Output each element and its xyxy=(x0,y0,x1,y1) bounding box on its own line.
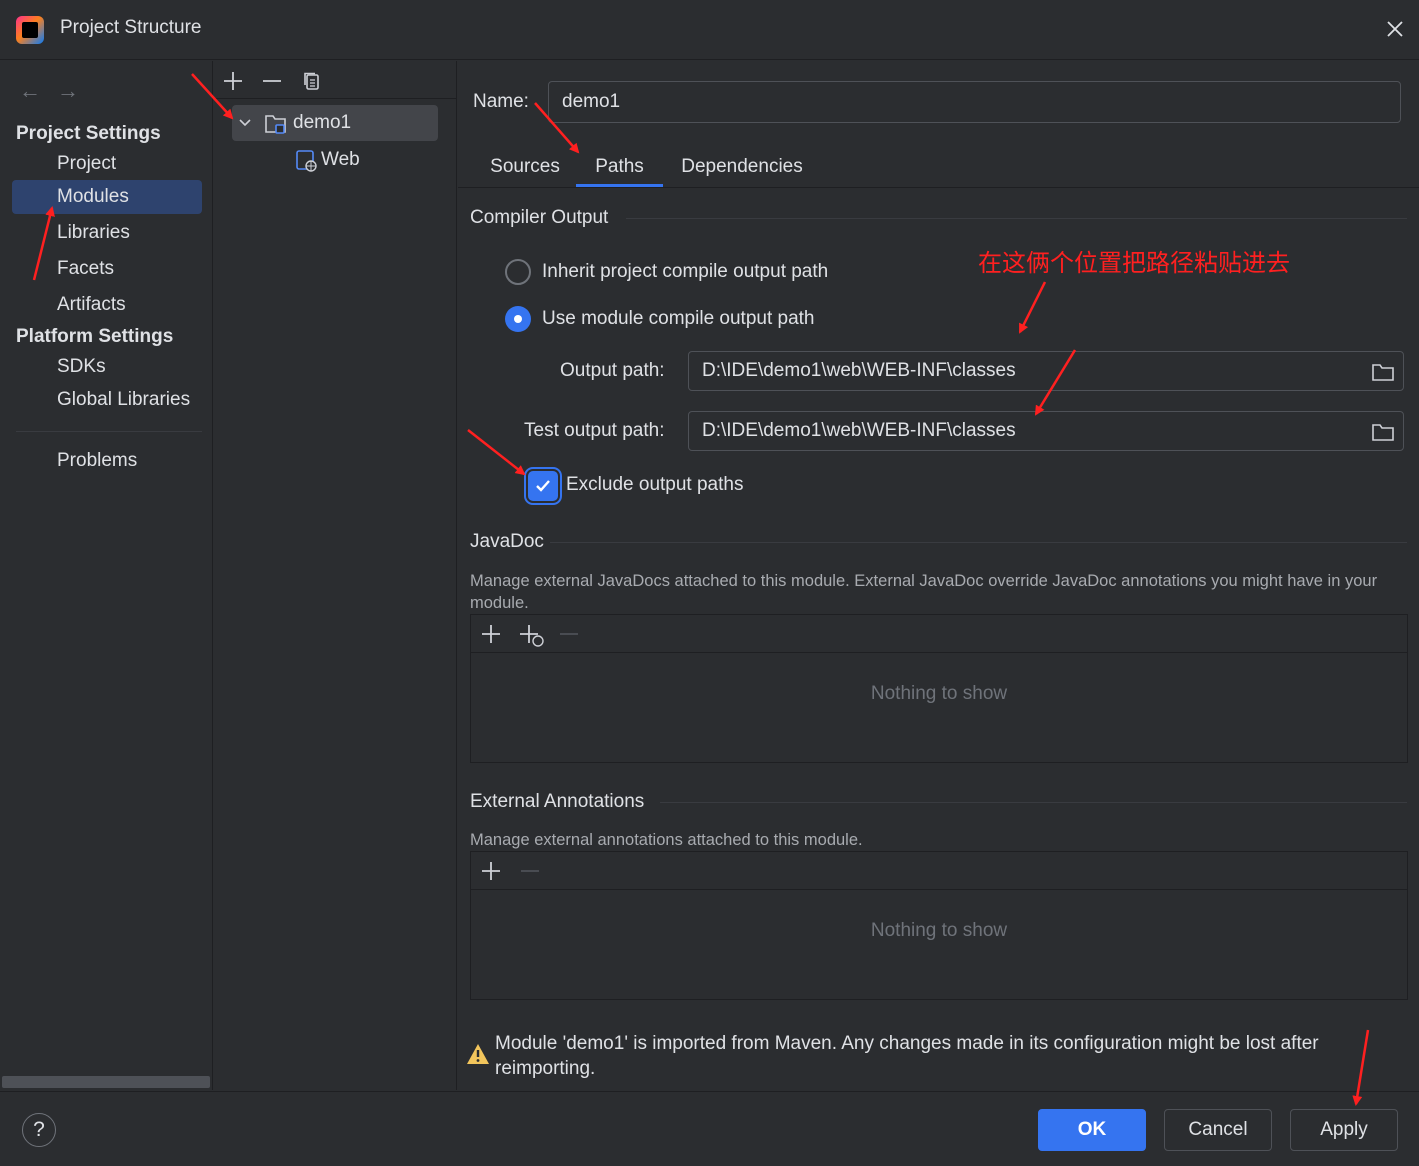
remove-icon xyxy=(263,80,281,82)
help-icon: ? xyxy=(33,1118,45,1141)
annotation-note: 在这俩个位置把路径粘贴进去 xyxy=(978,249,1290,277)
external-annotations-empty-text: Nothing to show xyxy=(870,920,1008,941)
test-output-path-field[interactable]: D:\IDE\demo1\web\WEB-INF\classes xyxy=(688,411,1404,451)
tree-node-label: Web xyxy=(321,149,360,170)
title-bar: Project Structure xyxy=(0,0,1419,60)
sidebar-item-sdks[interactable]: SDKs xyxy=(12,350,202,384)
section-divider xyxy=(626,218,1407,219)
folder-icon[interactable] xyxy=(1371,420,1395,444)
output-path-field[interactable]: D:\IDE\demo1\web\WEB-INF\classes xyxy=(688,351,1404,391)
module-folder-icon xyxy=(265,115,286,134)
copy-icon xyxy=(304,72,319,90)
window-title: Project Structure xyxy=(60,17,202,38)
chevron-down-icon[interactable] xyxy=(238,117,252,129)
javadoc-table: Nothing to show xyxy=(470,614,1408,763)
sidebar-item-libraries[interactable]: Libraries xyxy=(12,216,202,250)
inherit-output-radio[interactable] xyxy=(505,259,531,285)
tab-sources[interactable]: Sources xyxy=(483,147,567,187)
arrow-right-icon: → xyxy=(57,78,79,103)
platform-settings-header: Platform Settings xyxy=(16,326,174,347)
cancel-button[interactable]: Cancel xyxy=(1164,1109,1272,1151)
dialog-button-bar: ? OK Cancel Apply xyxy=(0,1091,1419,1166)
compiler-output-title: Compiler Output xyxy=(470,207,609,228)
settings-sidebar: ← → Project Settings Project Modules Lib… xyxy=(0,61,213,1090)
sidebar-item-global-libraries[interactable]: Global Libraries xyxy=(12,383,202,417)
add-icon[interactable] xyxy=(481,861,501,881)
name-label: Name: xyxy=(473,91,529,112)
tree-node-demo1[interactable]: demo1 xyxy=(232,105,438,141)
test-output-path-value[interactable]: D:\IDE\demo1\web\WEB-INF\classes xyxy=(702,420,1016,442)
module-output-label[interactable]: Use module compile output path xyxy=(542,308,815,330)
add-icon xyxy=(224,72,242,90)
sidebar-item-project[interactable]: Project xyxy=(12,147,202,181)
section-divider xyxy=(550,542,1407,543)
project-settings-header: Project Settings xyxy=(16,123,161,144)
sidebar-item-problems[interactable]: Problems xyxy=(12,444,202,478)
help-button[interactable]: ? xyxy=(22,1113,56,1147)
close-button[interactable] xyxy=(1378,12,1412,46)
module-name-input[interactable] xyxy=(548,81,1401,123)
exclude-output-label[interactable]: Exclude output paths xyxy=(566,474,743,496)
javadoc-description: Manage external JavaDocs attached to thi… xyxy=(470,572,1378,612)
forward-button[interactable]: → xyxy=(53,76,83,106)
web-facet-icon xyxy=(296,150,317,172)
sidebar-divider xyxy=(16,431,202,432)
external-annotations-title: External Annotations xyxy=(470,791,645,812)
output-path-label: Output path: xyxy=(560,360,665,381)
section-divider xyxy=(660,802,1407,803)
remove-module-button[interactable] xyxy=(258,67,286,95)
ok-button[interactable]: OK xyxy=(1038,1109,1146,1151)
sidebar-item-facets[interactable]: Facets xyxy=(12,252,202,286)
tree-node-label: demo1 xyxy=(293,112,352,133)
tree-node-web[interactable]: Web xyxy=(232,143,438,177)
external-annotations-table: Nothing to show xyxy=(470,851,1408,1000)
remove-icon xyxy=(521,870,539,872)
tab-dependencies[interactable]: Dependencies xyxy=(673,147,811,187)
sidebar-scrollbar[interactable] xyxy=(2,1076,210,1088)
checkmark-icon xyxy=(536,480,550,492)
module-settings-panel: Name: Sources Paths Dependencies Compile… xyxy=(458,61,1419,1090)
add-module-button[interactable] xyxy=(219,67,247,95)
sidebar-item-modules[interactable]: Modules xyxy=(12,180,202,214)
module-output-radio[interactable] xyxy=(505,306,531,332)
warning-icon xyxy=(467,1044,489,1064)
tree-toolbar xyxy=(214,61,457,99)
add-icon[interactable] xyxy=(481,624,501,644)
sidebar-item-artifacts[interactable]: Artifacts xyxy=(12,288,202,322)
tab-paths[interactable]: Paths xyxy=(576,147,663,187)
external-annotations-toolbar xyxy=(471,852,1407,890)
test-output-path-label: Test output path: xyxy=(524,420,665,441)
exclude-output-checkbox[interactable] xyxy=(528,471,558,501)
close-icon xyxy=(1387,21,1403,37)
external-annotations-description: Manage external annotations attached to … xyxy=(470,831,863,849)
folder-icon[interactable] xyxy=(1371,360,1395,384)
arrow-left-icon: ← xyxy=(19,78,41,103)
apply-button[interactable]: Apply xyxy=(1290,1109,1398,1151)
inherit-output-label[interactable]: Inherit project compile output path xyxy=(542,261,828,283)
javadoc-title: JavaDoc xyxy=(470,531,544,552)
javadoc-toolbar xyxy=(471,615,1407,653)
add-url-icon[interactable] xyxy=(519,624,545,648)
back-button[interactable]: ← xyxy=(15,76,45,106)
module-tree-panel: demo1 Web xyxy=(214,61,457,1090)
intellij-logo-icon xyxy=(16,16,44,44)
javadoc-empty-text: Nothing to show xyxy=(870,683,1008,704)
tab-underline xyxy=(458,187,1419,188)
maven-warning-text: Module 'demo1' is imported from Maven. A… xyxy=(495,1033,1319,1079)
output-path-value[interactable]: D:\IDE\demo1\web\WEB-INF\classes xyxy=(702,360,1016,382)
copy-module-button[interactable] xyxy=(298,67,326,95)
remove-icon xyxy=(560,633,578,635)
